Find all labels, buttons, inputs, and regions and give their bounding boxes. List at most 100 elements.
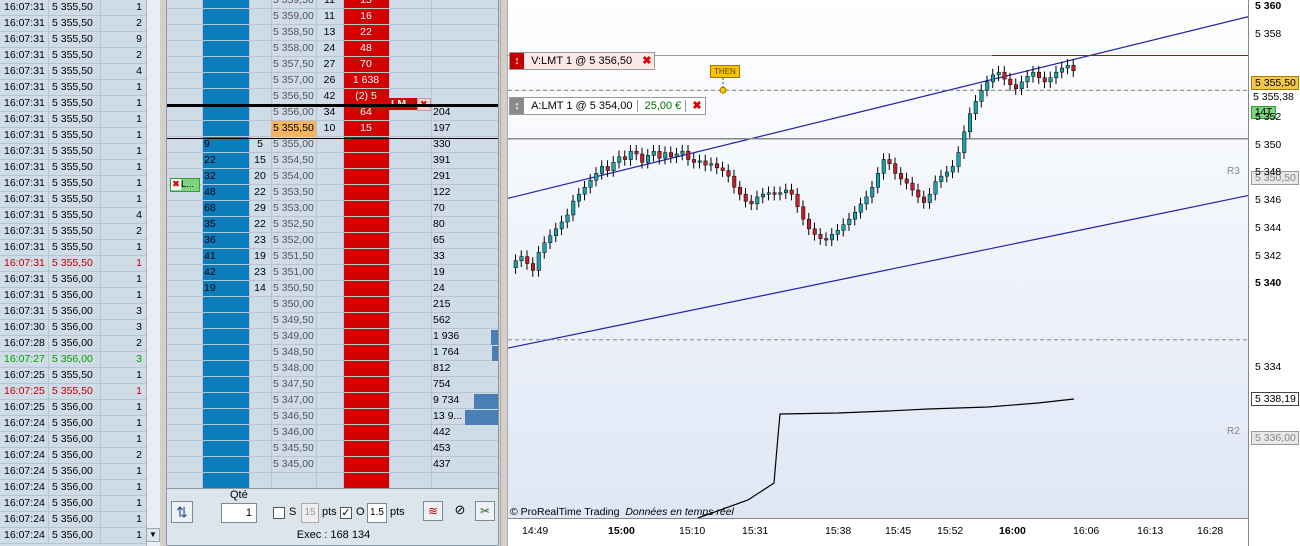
ladder-row[interactable]: 9 5 5 355,00 330 bbox=[167, 137, 498, 153]
scroll-down-icon[interactable]: ▼ bbox=[146, 528, 160, 542]
candle bbox=[594, 173, 599, 181]
trade-row: 16:07:31 5 355,50 1 bbox=[0, 176, 146, 192]
ladder-ask-qty: 15 bbox=[360, 122, 372, 134]
ladder-row[interactable]: 5 346,50 13 9... bbox=[167, 409, 498, 425]
ladder-row[interactable]: 5 347,50 754 bbox=[167, 377, 498, 393]
ladder-row[interactable]: 19 14 5 350,50 24 bbox=[167, 281, 498, 297]
ladder-row[interactable]: 42 23 5 351,00 19 bbox=[167, 265, 498, 281]
ladder-price: 5 347,00 bbox=[273, 394, 314, 406]
ladder-row[interactable]: 35 22 5 352,50 80 bbox=[167, 217, 498, 233]
ladder-row[interactable]: 68 29 5 353,00 70 bbox=[167, 201, 498, 217]
ladder-row[interactable]: 5 348,00 812 bbox=[167, 361, 498, 377]
ladder-row[interactable]: 22 15 5 354,50 391 bbox=[167, 153, 498, 169]
ladder-volume: 204 bbox=[433, 106, 451, 118]
price-tick-label: 5 360 bbox=[1255, 0, 1282, 12]
cancel-sell-order-icon[interactable]: ✖ bbox=[639, 55, 654, 67]
trade-qty: 2 bbox=[136, 17, 142, 29]
ladder-bid-qty bbox=[202, 297, 249, 313]
candle bbox=[525, 256, 530, 264]
ladder-row[interactable]: 48 22 5 353,50 122 bbox=[167, 185, 498, 201]
ladder-row[interactable]: 5 350,00 215 bbox=[167, 297, 498, 313]
drag-handle-icon[interactable]: ↕ bbox=[510, 53, 524, 69]
ladder-row[interactable]: 5 345,00 437 bbox=[167, 457, 498, 473]
candle bbox=[554, 228, 558, 237]
ladder-ask-orders: 42 bbox=[323, 90, 336, 102]
candle bbox=[536, 252, 541, 271]
ladder-volume: 1 764 bbox=[433, 346, 460, 358]
ladder-row[interactable]: 5 358,00 24 48 bbox=[167, 41, 498, 57]
ladder-row[interactable]: 36 23 5 352,00 65 bbox=[167, 233, 498, 249]
ladder-bid-qty bbox=[202, 361, 249, 377]
price-tick-label: 5 334 bbox=[1255, 360, 1282, 373]
candle bbox=[588, 180, 593, 188]
trade-time: 16:07:31 bbox=[4, 305, 45, 317]
ladder-row[interactable]: 41 19 5 351,50 33 bbox=[167, 249, 498, 265]
trade-qty: 1 bbox=[136, 513, 142, 525]
ladder-row[interactable]: 5 346,00 442 bbox=[167, 425, 498, 441]
ladder-row[interactable]: 5 356,00 34 64 204 bbox=[167, 105, 498, 121]
then-tag[interactable]: THEN bbox=[710, 65, 740, 78]
candle bbox=[582, 187, 587, 195]
ladder-row[interactable]: 5 357,00 26 1 638 bbox=[167, 73, 498, 89]
objective-unit: pts bbox=[390, 506, 405, 518]
ladder-bid-orders: 14 bbox=[254, 282, 266, 294]
candle bbox=[611, 162, 616, 171]
trade-time: 16:07:30 bbox=[4, 321, 45, 333]
candle bbox=[904, 178, 909, 184]
sell-order-tag[interactable]: ↕ V:LMT 1 @ 5 356,50 ✖ bbox=[509, 52, 656, 70]
ladder-row[interactable]: 5 348,50 1 764 bbox=[167, 345, 498, 361]
cancel-buy-icon[interactable]: ✖ bbox=[171, 179, 181, 190]
trade-price: 5 356,00 bbox=[52, 273, 93, 285]
buy-order-tag[interactable]: ↕ A:LMT 1 @ 5 354,00 25,00 € ✖ bbox=[509, 97, 706, 115]
ladder-row[interactable]: 5 349,00 1 936 bbox=[167, 329, 498, 345]
ladder-row[interactable]: 5 356,50 42 (2) 5 bbox=[167, 89, 498, 105]
order-book-ladder: 5 359,50 11 15 5 359,00 11 16 5 358,50 13 22 5 35… bbox=[166, 0, 499, 488]
time-sales-scrollbar[interactable] bbox=[146, 0, 160, 546]
stop-checkbox[interactable] bbox=[273, 507, 285, 519]
trade-price: 5 356,00 bbox=[52, 353, 93, 365]
trade-time: 16:07:24 bbox=[4, 465, 45, 477]
ladder-row[interactable]: 5 358,50 13 22 bbox=[167, 25, 498, 41]
time-axis[interactable]: 14:49 15:00 15:10 15:31 15:38 15:45 15:52 16:00… bbox=[508, 518, 1248, 546]
ma-price-badge: 5 338,19 bbox=[1251, 392, 1299, 406]
ladder-price: 5 357,00 bbox=[273, 74, 314, 86]
ladder-row[interactable]: 5 359,50 11 15 bbox=[167, 0, 498, 9]
ladder-row[interactable]: 5 357,50 27 70 bbox=[167, 57, 498, 73]
ladder-settings-icon[interactable]: ⇅ bbox=[171, 501, 193, 523]
candle bbox=[927, 193, 932, 203]
trade-price: 5 355,50 bbox=[52, 241, 93, 253]
trade-time: 16:07:31 bbox=[4, 113, 45, 125]
stop-input[interactable]: 15 bbox=[301, 503, 319, 523]
trade-time: 16:07:31 bbox=[4, 97, 45, 109]
ladder-volume: 812 bbox=[433, 362, 451, 374]
time-tick-label: 16:13 bbox=[1137, 525, 1164, 537]
drag-handle-icon[interactable]: ↕ bbox=[510, 98, 524, 114]
objective-checkbox[interactable]: ✓ bbox=[340, 507, 352, 519]
ladder-row[interactable]: 5 345,50 453 bbox=[167, 441, 498, 457]
ladder-price: 5 357,50 bbox=[273, 58, 314, 70]
objective-input[interactable]: 1.5 bbox=[367, 503, 387, 523]
price-axis[interactable]: 5 355,50 5 355,38 14T 5 350,50 5 338,19 … bbox=[1248, 0, 1300, 546]
ladder-row[interactable]: 5 359,00 11 16 bbox=[167, 9, 498, 25]
trade-qty: 2 bbox=[136, 225, 142, 237]
cancel-buy-order-icon[interactable]: ✖ bbox=[689, 100, 704, 112]
volume-bar bbox=[474, 394, 498, 409]
ladder-row[interactable]: 5 347,00 9 734 bbox=[167, 393, 498, 409]
candle bbox=[841, 224, 846, 231]
trade-qty: 1 bbox=[136, 81, 142, 93]
trade-price: 5 355,50 bbox=[52, 385, 93, 397]
candle bbox=[749, 200, 754, 205]
ladder-row[interactable]: 5 355,50 10 15 197 bbox=[167, 121, 498, 137]
ladder-ask-qty bbox=[343, 249, 389, 265]
cancel-orders-icon[interactable]: ⊘ bbox=[450, 501, 470, 521]
tools-icon[interactable]: ✂ bbox=[475, 501, 495, 521]
pending-buy-order-tag[interactable]: ✖L... bbox=[170, 178, 200, 192]
ladder-volume: 80 bbox=[433, 218, 445, 230]
panel-divider[interactable] bbox=[500, 0, 508, 546]
candle bbox=[646, 155, 650, 163]
ladder-row[interactable]: 5 349,50 562 bbox=[167, 313, 498, 329]
chart-icon[interactable]: ≋ bbox=[423, 501, 443, 521]
price-chart[interactable]: ↕ V:LMT 1 @ 5 356,50 ✖ ↕ A:LMT 1 @ 5 354… bbox=[507, 0, 1249, 519]
qty-input[interactable]: 1 bbox=[221, 503, 257, 523]
ladder-row[interactable]: 32 20 5 354,00 291 bbox=[167, 169, 498, 185]
